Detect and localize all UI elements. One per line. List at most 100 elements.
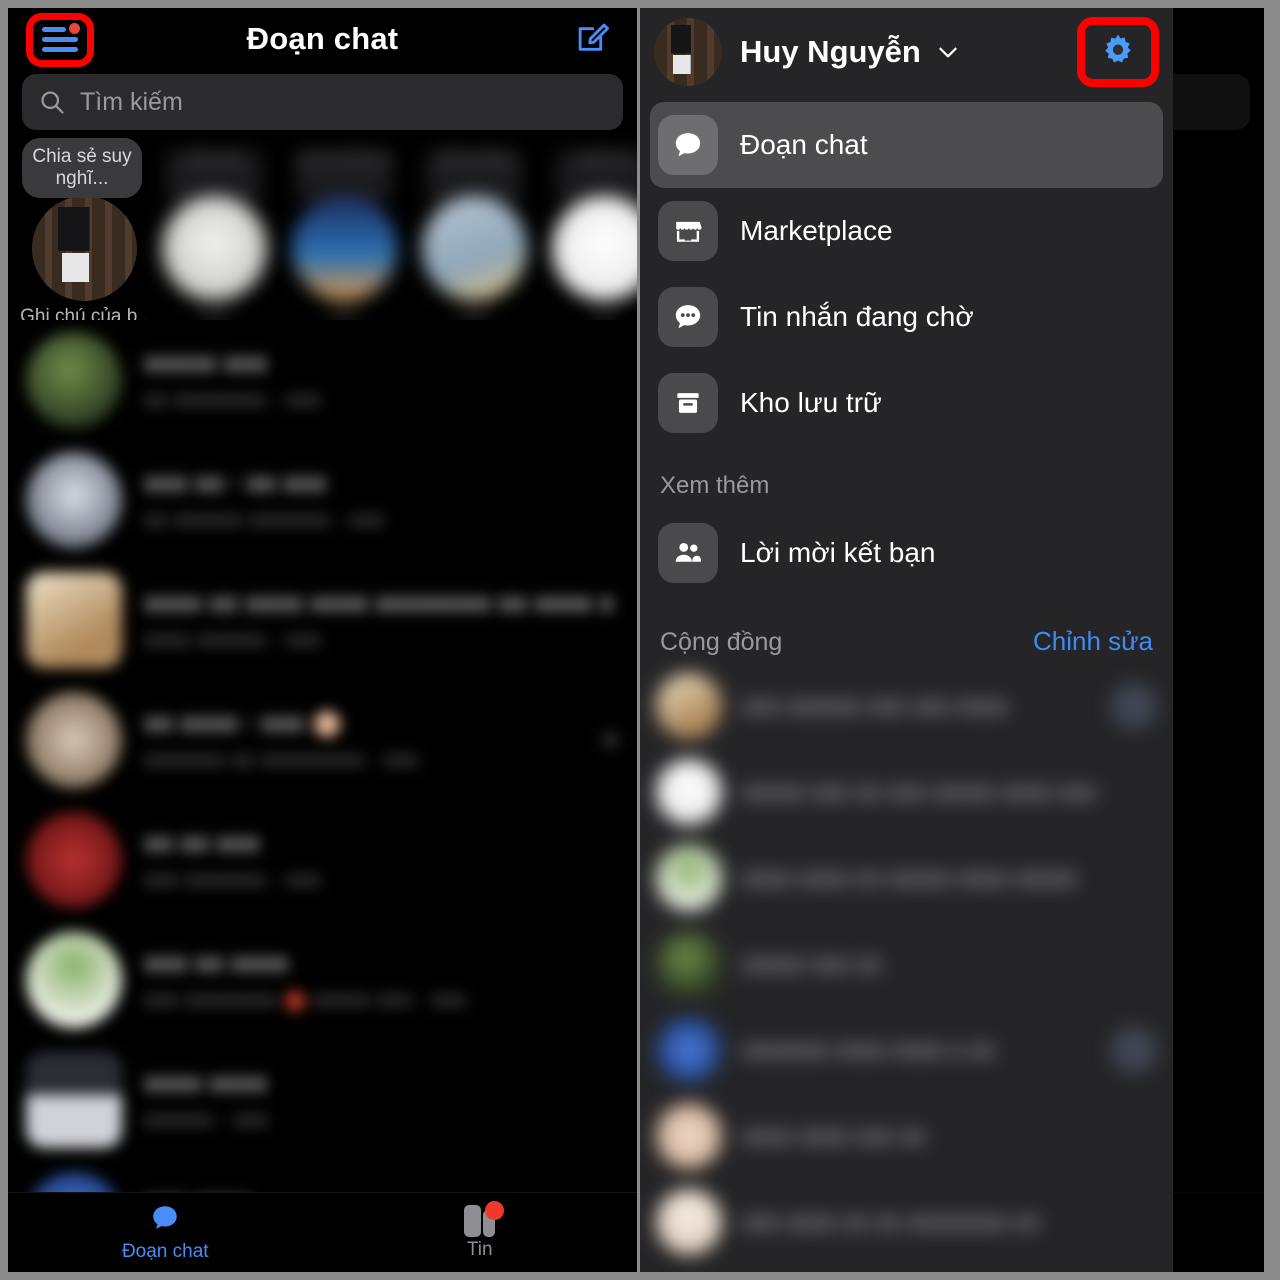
note-caption: xxx xx xxxx xx [296, 150, 392, 202]
tab-stories[interactable]: Tin [323, 1200, 638, 1261]
compose-new-message-icon[interactable] [573, 20, 611, 58]
left-header: Đoạn chat [8, 8, 637, 70]
community-section-header: Cộng đồng Chỉnh sửa [640, 596, 1173, 663]
dimmed-underlying-screen[interactable]: Đoạn chat Tìm kiếm Chia sẻ suy nghĩ... G… [1173, 8, 1264, 1272]
chat-preview: xxxxx [1173, 866, 1246, 893]
avatar[interactable] [654, 18, 722, 86]
community-item[interactable]: xxxxx xxx xx xxx xxxxx xxxx xxx [650, 749, 1163, 835]
self-note-story[interactable]: Chia sẻ suy nghĩ... Ghi chú của b.. [20, 138, 148, 320]
community-item[interactable]: xxxxx xxx xx [650, 921, 1163, 1007]
menu-item-pending-messages[interactable]: Tin nhắn đang chờ [650, 274, 1163, 360]
bottom-tab-bar[interactable]: Đoạn chat Tin [8, 1192, 637, 1272]
archive-box-icon [658, 373, 718, 433]
chat-list[interactable]: xxxxx xxx xx xxxxxxxx · xxx xxx xx · xx … [8, 320, 637, 1272]
chat-name: xx xx xxx [144, 827, 260, 857]
chat-status-dot [601, 731, 619, 749]
chat-name: xxxxx [1173, 347, 1246, 378]
community-name: xxx xxxxxx xxx xxx xxxx [742, 691, 1008, 720]
tab-chats[interactable]: Đoạn chat [8, 1202, 323, 1263]
chat-list-item: xxxxx xxxxx [1173, 1040, 1264, 1160]
chat-list-item: xxxxx xxxxx [1173, 920, 1264, 1040]
notes-story-row: Chia sẻ suy nghĩ... Ghi chú của b.. [1173, 130, 1264, 320]
hamburger-menu-icon[interactable] [42, 23, 80, 53]
emoji-badge [314, 711, 341, 738]
search-input[interactable]: Tìm kiếm [22, 74, 623, 130]
community-name: xxx xxxx xx xx xxxxxxxx xx [742, 1207, 1040, 1236]
chat-preview: xxxxxxx xx xxxxxxxxx · xxx [144, 746, 419, 772]
chat-preview: xxxx xxxxxx · xxx [144, 626, 321, 652]
chat-preview: xxxxx [1173, 1106, 1246, 1133]
tab-label: Tin [466, 1238, 493, 1260]
community-name: xxxx xxxx xx xxxxx xxxx xxxxx [742, 863, 1077, 892]
chat-list-item[interactable]: xxx xx xxxx xxx xxxxxxxx xxxxx xxx · xxx [8, 920, 637, 1040]
chat-name: xxxxx [1173, 947, 1246, 978]
community-badge [1111, 1113, 1157, 1159]
chat-list-item[interactable]: xx xxxx · xxx xxxxxxx xx xxxxxxxxx · xxx [8, 680, 637, 800]
community-item[interactable]: xxx xxxx xx xx xxxxxxxx xx [650, 1179, 1163, 1265]
gear-icon[interactable] [1098, 32, 1138, 72]
community-badge [1111, 941, 1157, 987]
chat-list-item: xxxxx xxxxx [1173, 440, 1264, 560]
chat-name: xxxxx [1173, 707, 1246, 738]
community-list[interactable]: xxx xxxxxx xxx xxx xxxx xxxxx xxx xx xxx… [640, 663, 1173, 1265]
community-item[interactable]: xxxx xxxx xx xxxxx xxxx xxxxx [650, 835, 1163, 921]
chat-list-item[interactable]: xx xx xxx xxx xxxxxxx · xxx [8, 800, 637, 920]
avatar [26, 1052, 122, 1148]
right-phone-screen: Đoạn chat Tìm kiếm Chia sẻ suy nghĩ... G… [640, 8, 1264, 1272]
avatar [656, 845, 722, 911]
community-name: xxxxx xxx xx [742, 949, 881, 978]
note-story-item[interactable]: xxxx xxxxx xxx [414, 144, 532, 320]
chevron-down-icon[interactable] [935, 39, 961, 65]
avatar [26, 812, 122, 908]
chat-name: xxxxx [1173, 587, 1246, 618]
see-more-menu[interactable]: Lời mời kết bạn [640, 510, 1173, 596]
community-item[interactable]: xxx xxxxxx xxx xxx xxxx [650, 663, 1163, 749]
menu-item-label: Lời mời kết bạn [740, 537, 936, 568]
avatar [26, 932, 122, 1028]
underlying-header: Đoạn chat [1173, 8, 1264, 70]
tab-chats [1173, 1214, 1264, 1251]
page-title: Đoạn chat [246, 21, 399, 56]
chat-list-item[interactable]: xxxxx xxx xx xxxxxxxx · xxx [8, 320, 637, 440]
menu-item-label: Đoạn chat [740, 129, 868, 160]
menu-item-friend-requests[interactable]: Lời mời kết bạn [650, 510, 1163, 596]
menu-item-chats[interactable]: Đoạn chat [650, 102, 1163, 188]
avatar [656, 673, 722, 739]
chat-bubble-icon [658, 115, 718, 175]
avatar [292, 196, 397, 301]
community-badge [1111, 1199, 1157, 1245]
user-name[interactable]: Huy Nguyễn [740, 34, 921, 70]
drawer-menu[interactable]: Đoạn chat Marketplace Tin nhắn đang chờ … [640, 96, 1173, 446]
community-item[interactable]: xxxx xxxx xxx xx [650, 1093, 1163, 1179]
chat-preview: xxxxxx · xxx [144, 1106, 268, 1132]
friend-requests-icon [658, 523, 718, 583]
chat-name: xxxx xxxx [144, 1067, 267, 1097]
avatar [656, 759, 722, 825]
chat-preview: xx xxxxxxxx · xxx [144, 386, 321, 412]
notes-story-row[interactable]: Chia sẻ suy nghĩ... Ghi chú của b.. xxxx… [8, 130, 637, 320]
note-label: xxx [459, 306, 489, 320]
chat-list-item[interactable]: xxxx xxxx xxxxxx · xxx [8, 1040, 637, 1160]
settings-highlight [1077, 17, 1159, 87]
chat-list-item[interactable]: xxxx xx xxxx xxxx xxxxxxxx xx xxxx x xxx… [8, 560, 637, 680]
avatar [26, 572, 122, 668]
chat-name: xxxx xx xxxx xxxx xxxxxxxx xx xxxx x [144, 587, 614, 617]
community-item[interactable]: xxxxxxx xxxx xxxx x xx [650, 1007, 1163, 1093]
chat-preview: xxxxx [1173, 986, 1246, 1013]
avatar [26, 332, 122, 428]
note-story-item[interactable]: xxxx xx xx [544, 144, 637, 320]
community-edit-button[interactable]: Chỉnh sửa [1033, 626, 1153, 657]
menu-item-archive[interactable]: Kho lưu trữ [650, 360, 1163, 446]
chat-list-item[interactable]: xxx xx · xx xxx xx xxxxxx xxxxxxx · xxx [8, 440, 637, 560]
note-story-item[interactable]: xxxx xxx xxx [154, 144, 272, 320]
menu-item-label: Kho lưu trữ [740, 387, 882, 418]
chat-preview: xxxxx [1173, 506, 1246, 533]
search-icon [41, 91, 64, 114]
chat-name: xxx xx · xx xxx [144, 467, 327, 497]
menu-item-marketplace[interactable]: Marketplace [650, 188, 1163, 274]
bottom-tab-bar [1173, 1192, 1264, 1272]
chat-name: xxxxx xxx [144, 347, 267, 377]
note-story-item[interactable]: xxx xx xxxx xx xxx [284, 144, 402, 320]
avatar [162, 196, 267, 301]
screenshot-stage: Đoạn chat Tìm kiếm Chia sẻ suy nghĩ... G… [0, 0, 1280, 1280]
